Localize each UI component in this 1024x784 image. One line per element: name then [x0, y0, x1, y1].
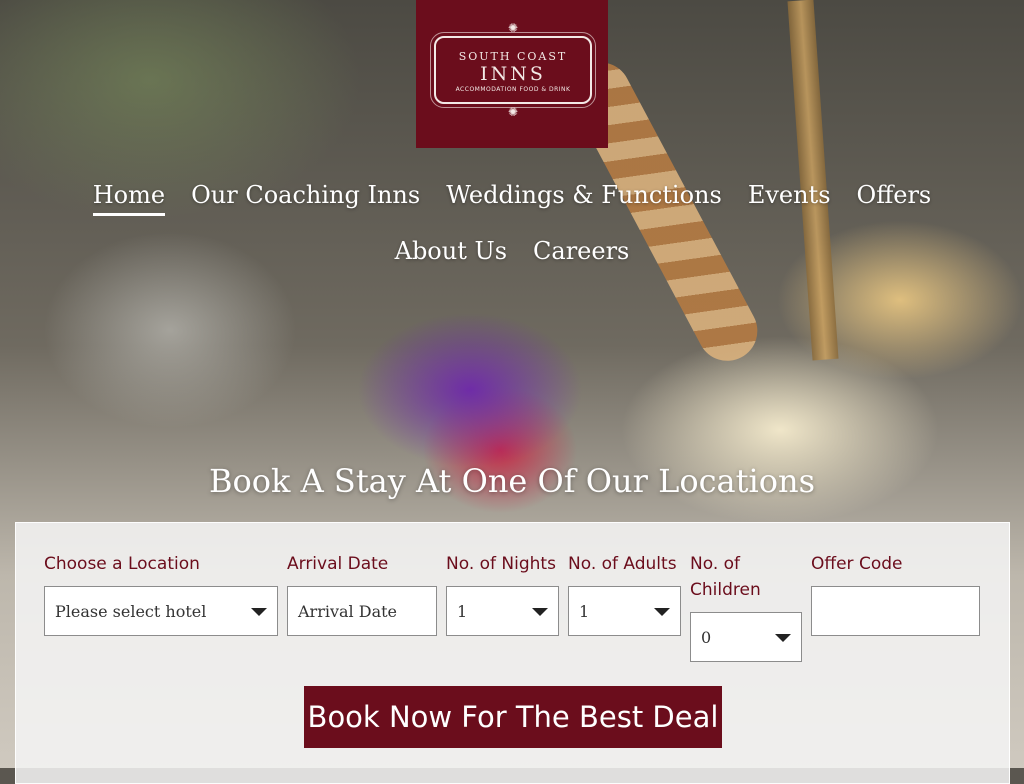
chevron-down-icon	[532, 608, 548, 616]
hero-title: Book A Stay At One Of Our Locations	[209, 462, 815, 500]
offer-code-input[interactable]	[811, 586, 980, 636]
nav-item-events[interactable]: Events	[735, 180, 844, 214]
book-now-button[interactable]: Book Now For The Best Deal	[304, 686, 722, 748]
arrival-date-placeholder: Arrival Date	[298, 601, 398, 621]
booking-panel: Choose a Location Please select hotel Ar…	[15, 522, 1010, 784]
logo-main-text: INNS	[480, 63, 546, 85]
adults-select-value: 1	[579, 601, 590, 621]
offer-field: Offer Code	[811, 551, 902, 577]
chevron-down-icon	[251, 608, 267, 616]
ornament-top-icon: ✺	[507, 21, 519, 35]
logo-top-text: SOUTH COAST	[458, 50, 568, 63]
nights-label: No. of Nights	[446, 554, 556, 574]
chevron-down-icon	[775, 634, 791, 642]
nav-item-home[interactable]: Home	[80, 180, 178, 216]
arrival-field: Arrival Date	[287, 551, 388, 577]
nav-item-careers[interactable]: Careers	[520, 236, 642, 270]
children-field: No. of Children	[690, 551, 802, 603]
adults-select[interactable]: 1	[568, 586, 681, 636]
nav-item-offers[interactable]: Offers	[844, 180, 945, 214]
location-field: Choose a Location	[44, 551, 200, 577]
offer-label: Offer Code	[811, 554, 903, 574]
nav-item-about-us[interactable]: About Us	[382, 236, 520, 270]
ornament-bottom-icon: ✺	[507, 105, 519, 119]
children-label: No. of Children	[690, 554, 761, 600]
nights-field: No. of Nights	[446, 551, 556, 577]
adults-field: No. of Adults	[568, 551, 677, 577]
nav-item-our-coaching-inns[interactable]: Our Coaching Inns	[178, 180, 433, 214]
main-nav: Home Our Coaching Inns Weddings & Functi…	[30, 180, 994, 270]
chevron-down-icon	[654, 608, 670, 616]
children-select[interactable]: 0	[690, 612, 802, 662]
location-label: Choose a Location	[44, 554, 200, 574]
children-select-value: 0	[701, 627, 712, 647]
nights-select[interactable]: 1	[446, 586, 559, 636]
logo-tagline: ACCOMMODATION FOOD & DRINK	[455, 86, 571, 93]
location-select[interactable]: Please select hotel	[44, 586, 278, 636]
adults-label: No. of Adults	[568, 554, 677, 574]
logo[interactable]: ✺ SOUTH COAST INNS ACCOMMODATION FOOD & …	[416, 0, 608, 148]
arrival-label: Arrival Date	[287, 554, 389, 574]
nights-select-value: 1	[457, 601, 468, 621]
logo-frame: ✺ SOUTH COAST INNS ACCOMMODATION FOOD & …	[430, 21, 596, 119]
nav-item-weddings-functions[interactable]: Weddings & Functions	[433, 180, 735, 214]
arrival-date-input[interactable]: Arrival Date	[287, 586, 437, 636]
location-select-value: Please select hotel	[55, 601, 207, 621]
